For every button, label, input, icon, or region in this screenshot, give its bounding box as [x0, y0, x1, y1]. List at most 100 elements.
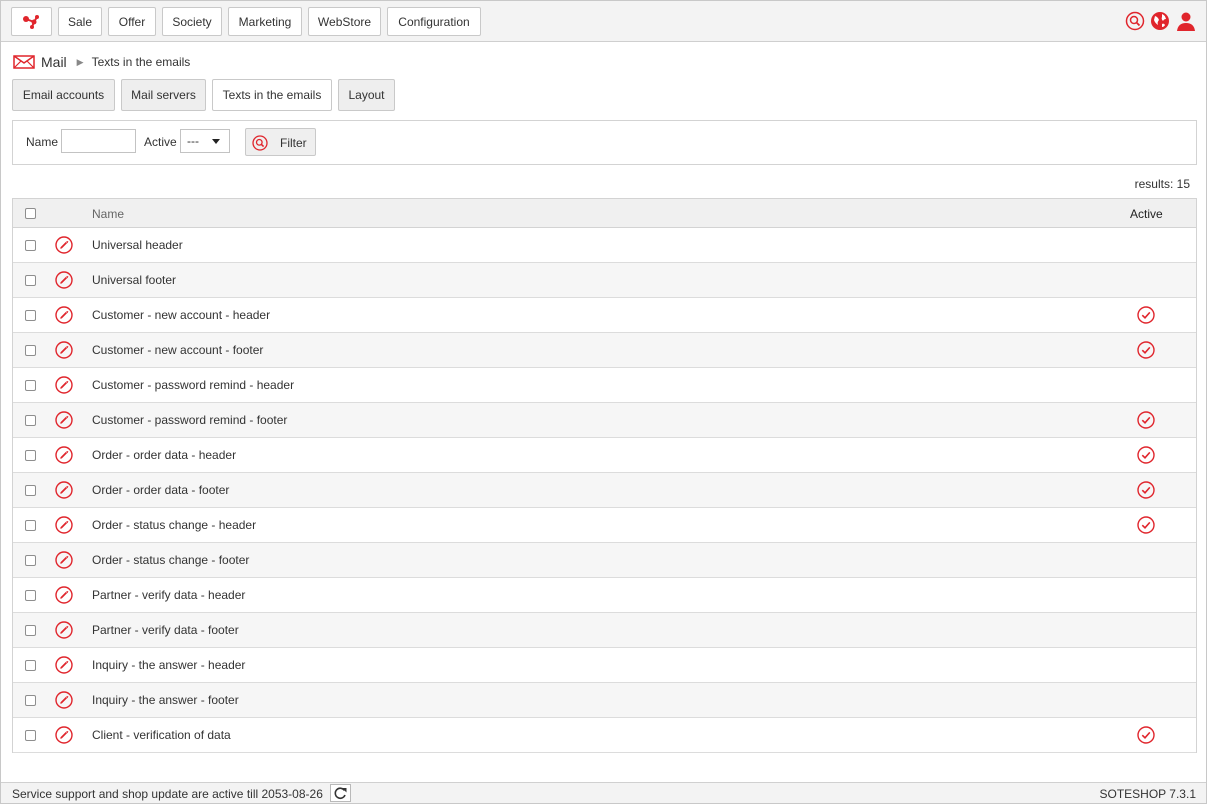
row-name[interactable]: Order - order data - footer: [92, 483, 229, 497]
edit-icon[interactable]: [55, 481, 73, 499]
row-name[interactable]: Customer - new account - footer: [92, 343, 263, 357]
refresh-button[interactable]: [330, 784, 351, 802]
row-name[interactable]: Customer - password remind - footer: [92, 413, 287, 427]
edit-icon[interactable]: [55, 411, 73, 429]
active-check-icon: [1137, 411, 1155, 429]
menu-marketing[interactable]: Marketing: [228, 7, 302, 36]
table-row[interactable]: Order - status change - footer: [13, 543, 1196, 578]
row-name[interactable]: Order - status change - header: [92, 518, 256, 532]
row-checkbox[interactable]: [25, 485, 36, 496]
breadcrumb-separator-icon: ▶: [76, 56, 84, 67]
active-check-icon: [1137, 481, 1155, 499]
table-row[interactable]: Customer - password remind - footer: [13, 403, 1196, 438]
edit-icon[interactable]: [55, 446, 73, 464]
edit-icon[interactable]: [55, 516, 73, 534]
tab-mail-servers[interactable]: Mail servers: [121, 79, 206, 111]
table-row[interactable]: Inquiry - the answer - header: [13, 648, 1196, 683]
edit-icon[interactable]: [55, 726, 73, 744]
table-row[interactable]: Customer - new account - footer: [13, 333, 1196, 368]
row-name[interactable]: Order - status change - footer: [92, 553, 249, 567]
row-name[interactable]: Inquiry - the answer - header: [92, 658, 245, 672]
table-row[interactable]: Universal header: [13, 228, 1196, 263]
menu-sale[interactable]: Sale: [58, 7, 102, 36]
menu-offer[interactable]: Offer: [108, 7, 156, 36]
active-check-icon: [1137, 306, 1155, 324]
table-row[interactable]: Client - verification of data: [13, 718, 1196, 753]
refresh-icon: [334, 787, 347, 799]
row-checkbox[interactable]: [25, 625, 36, 636]
menu-configuration[interactable]: Configuration: [387, 7, 481, 36]
table-row[interactable]: Inquiry - the answer - footer: [13, 683, 1196, 718]
search-icon[interactable]: [1125, 11, 1145, 31]
edit-icon[interactable]: [55, 656, 73, 674]
table-row[interactable]: Universal footer: [13, 263, 1196, 298]
edit-icon[interactable]: [55, 586, 73, 604]
row-checkbox[interactable]: [25, 555, 36, 566]
support-status-text: Service support and shop update are acti…: [12, 787, 323, 801]
name-filter-label: Name: [26, 135, 59, 149]
menu-society[interactable]: Society: [162, 7, 222, 36]
home-logo-button[interactable]: [11, 7, 52, 36]
row-name[interactable]: Partner - verify data - footer: [92, 623, 239, 637]
menu-webstore[interactable]: WebStore: [308, 7, 381, 36]
status-footer: Service support and shop update are acti…: [1, 782, 1206, 803]
active-filter-label: Active: [144, 135, 177, 149]
row-checkbox[interactable]: [25, 275, 36, 286]
row-checkbox[interactable]: [25, 240, 36, 251]
active-check-icon: [1137, 446, 1155, 464]
row-name[interactable]: Order - order data - header: [92, 448, 236, 462]
globe-icon[interactable]: [1150, 11, 1170, 31]
column-header-name[interactable]: Name: [92, 207, 124, 221]
breadcrumb: Mail ▶ Texts in the emails: [13, 53, 190, 71]
row-checkbox[interactable]: [25, 590, 36, 601]
edit-icon[interactable]: [55, 691, 73, 709]
row-checkbox[interactable]: [25, 695, 36, 706]
version-text: SOTESHOP 7.3.1: [1099, 787, 1197, 801]
row-name[interactable]: Client - verification of data: [92, 728, 231, 742]
name-filter-input[interactable]: [61, 129, 136, 153]
edit-icon[interactable]: [55, 306, 73, 324]
row-name[interactable]: Universal header: [92, 238, 183, 252]
search-icon: [252, 135, 268, 151]
row-checkbox[interactable]: [25, 415, 36, 426]
row-checkbox[interactable]: [25, 345, 36, 356]
row-checkbox[interactable]: [25, 520, 36, 531]
row-checkbox[interactable]: [25, 730, 36, 741]
row-name[interactable]: Partner - verify data - header: [92, 588, 245, 602]
edit-icon[interactable]: [55, 341, 73, 359]
tab-layout[interactable]: Layout: [338, 79, 395, 111]
table-row[interactable]: Customer - new account - header: [13, 298, 1196, 333]
texts-table: Name Active Universal header Universal fo…: [12, 198, 1197, 753]
logo-icon: [22, 14, 39, 29]
edit-icon[interactable]: [55, 621, 73, 639]
row-name[interactable]: Universal footer: [92, 273, 176, 287]
row-checkbox[interactable]: [25, 310, 36, 321]
active-check-icon: [1137, 726, 1155, 744]
table-row[interactable]: Order - order data - footer: [13, 473, 1196, 508]
edit-icon[interactable]: [55, 271, 73, 289]
user-icon[interactable]: [1176, 11, 1196, 31]
active-filter-select[interactable]: ---: [180, 129, 230, 153]
mail-icon: [13, 55, 35, 69]
select-all-checkbox[interactable]: [25, 208, 36, 219]
row-name[interactable]: Inquiry - the answer - footer: [92, 693, 239, 707]
edit-icon[interactable]: [55, 376, 73, 394]
row-checkbox[interactable]: [25, 380, 36, 391]
tab-texts-in-the-emails[interactable]: Texts in the emails: [212, 79, 332, 111]
table-row[interactable]: Order - status change - header: [13, 508, 1196, 543]
column-header-active[interactable]: Active: [1130, 207, 1163, 221]
table-row[interactable]: Partner - verify data - header: [13, 578, 1196, 613]
row-checkbox[interactable]: [25, 450, 36, 461]
table-row[interactable]: Customer - password remind - header: [13, 368, 1196, 403]
row-name[interactable]: Customer - password remind - header: [92, 378, 294, 392]
table-row[interactable]: Partner - verify data - footer: [13, 613, 1196, 648]
tab-email-accounts[interactable]: Email accounts: [12, 79, 115, 111]
edit-icon[interactable]: [55, 236, 73, 254]
table-row[interactable]: Order - order data - header: [13, 438, 1196, 473]
filter-button[interactable]: Filter: [245, 128, 316, 156]
breadcrumb-mail-link[interactable]: Mail: [41, 54, 67, 70]
row-checkbox[interactable]: [25, 660, 36, 671]
edit-icon[interactable]: [55, 551, 73, 569]
breadcrumb-current: Texts in the emails: [91, 55, 191, 69]
row-name[interactable]: Customer - new account - header: [92, 308, 270, 322]
